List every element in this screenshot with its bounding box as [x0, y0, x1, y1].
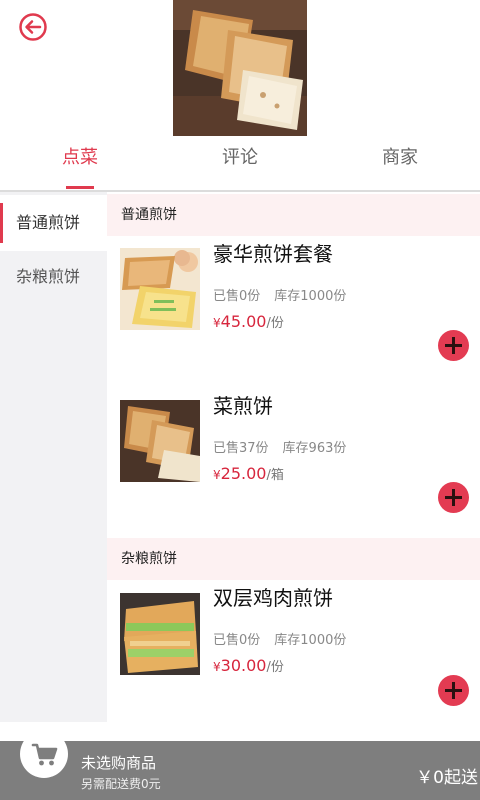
back-button[interactable]	[18, 12, 48, 42]
product-name: 菜煎饼	[213, 394, 273, 418]
list-item[interactable]: 双层鸡肉煎饼 已售0份 库存1000份 ¥30.00/份	[107, 580, 480, 730]
category-sidebar: 普通煎饼 杂粮煎饼	[0, 192, 107, 722]
product-image	[120, 400, 200, 482]
list-item[interactable]: 豪华煎饼套餐 已售0份 库存1000份 ¥45.00/份	[107, 236, 480, 386]
product-stats: 已售0份 库存1000份	[213, 285, 346, 304]
product-name: 双层鸡肉煎饼	[213, 586, 333, 610]
section-header: 普通煎饼	[107, 194, 480, 236]
product-name: 豪华煎饼套餐	[213, 242, 333, 266]
tab-reviews[interactable]: 评论	[180, 136, 300, 192]
store-hero-image	[173, 0, 307, 136]
stock-count: 库存1000份	[274, 633, 347, 648]
sold-count: 已售0份	[213, 289, 261, 304]
add-button[interactable]	[438, 482, 469, 513]
currency-symbol: ¥	[213, 316, 221, 330]
sold-count: 已售37份	[213, 441, 269, 456]
product-image	[120, 593, 200, 675]
stock-count: 库存1000份	[274, 289, 347, 304]
product-list: 普通煎饼 豪华煎饼套餐 已售0份 库存1000份 ¥45.00/份 菜煎饼 已售…	[107, 192, 480, 722]
add-button[interactable]	[438, 330, 469, 361]
cart-status: 未选购商品	[81, 754, 157, 772]
product-price: ¥45.00/份	[213, 312, 284, 331]
price-amount: 25.00	[220, 464, 267, 483]
currency-symbol: ¥	[213, 660, 221, 674]
cart-bar[interactable]	[0, 741, 480, 800]
tab-order[interactable]: 点菜	[20, 136, 140, 192]
product-image	[120, 248, 200, 330]
stock-count: 库存963份	[282, 441, 347, 456]
price-amount: 30.00	[220, 656, 267, 675]
product-stats: 已售37份 库存963份	[213, 437, 346, 456]
price-unit: /份	[266, 660, 284, 675]
price-amount: 45.00	[220, 312, 267, 331]
product-price: ¥25.00/箱	[213, 464, 284, 483]
tab-bar: 点菜 评论 商家	[0, 136, 480, 192]
tab-merchant[interactable]: 商家	[340, 136, 460, 192]
sidebar-item-grain-pancake[interactable]: 杂粮煎饼	[0, 249, 107, 305]
cart-button[interactable]	[20, 730, 68, 778]
sold-count: 已售0份	[213, 633, 261, 648]
sidebar-item-regular-pancake[interactable]: 普通煎饼	[0, 195, 107, 251]
currency-symbol: ¥	[213, 468, 221, 482]
product-stats: 已售0份 库存1000份	[213, 629, 346, 648]
price-unit: /份	[266, 316, 284, 331]
price-unit: /箱	[266, 468, 284, 483]
cart-icon	[31, 743, 58, 766]
list-item[interactable]: 菜煎饼 已售37份 库存963份 ¥25.00/箱	[107, 388, 480, 538]
minimum-order: ￥0起送	[416, 768, 478, 788]
delivery-fee-note: 另需配送费0元	[81, 777, 161, 791]
section-header: 杂粮煎饼	[107, 538, 480, 580]
tab-active-indicator	[66, 186, 94, 189]
back-arrow-icon	[19, 13, 47, 41]
product-price: ¥30.00/份	[213, 656, 284, 675]
add-button[interactable]	[438, 675, 469, 706]
